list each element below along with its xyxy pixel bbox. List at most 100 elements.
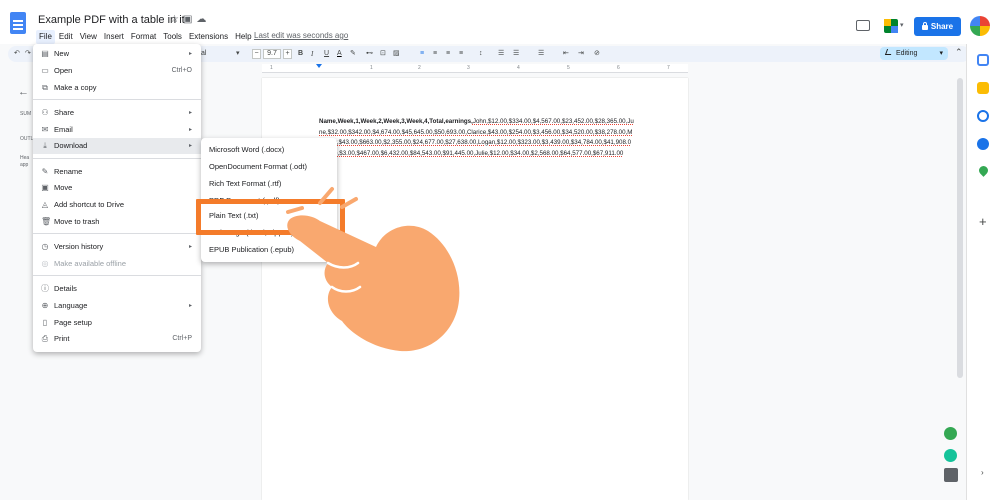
docs-logo-icon[interactable] <box>10 12 26 34</box>
history-icon: ◷ <box>41 242 49 251</box>
submenu-arrow-icon: ▸ <box>188 51 192 57</box>
file-menu-version-history[interactable]: ◷ Version history ▸ <box>33 239 201 255</box>
cloud-status-icon[interactable]: ☁ <box>196 14 210 25</box>
last-edit-link[interactable]: Last edit was seconds ago <box>254 31 348 40</box>
file-menu-new[interactable]: ▤ New ▸ <box>33 46 201 62</box>
text-color-button[interactable]: A <box>337 49 342 59</box>
back-arrow-icon[interactable]: ← <box>18 86 29 98</box>
file-menu-move[interactable]: ▣ Move <box>33 180 201 196</box>
download-rtf[interactable]: Rich Text Format (.rtf) <box>209 177 281 191</box>
align-center-icon[interactable]: ≡ <box>433 49 437 59</box>
insert-image-icon[interactable]: ▨ <box>393 49 400 59</box>
file-menu-rename[interactable]: ✎ Rename <box>33 164 201 180</box>
ruler[interactable]: 1 1 2 3 4 5 6 7 <box>262 64 688 73</box>
bold-button[interactable]: B <box>298 49 303 59</box>
file-menu-trash[interactable]: 🗑 Move to trash <box>33 214 201 230</box>
menu-insert[interactable]: Insert <box>101 30 127 44</box>
file-menu-open[interactable]: ▭ Open Ctrl+O <box>33 63 201 79</box>
align-left-icon[interactable]: ≡ <box>420 49 424 59</box>
increase-indent-icon[interactable]: ⇥ <box>578 49 584 59</box>
shortcut-label: Ctrl+P <box>172 335 192 342</box>
info-icon: ⓘ <box>41 284 49 293</box>
menu-format[interactable]: Format <box>128 30 159 44</box>
add-on-plus-icon[interactable]: + <box>979 214 987 229</box>
menu-bar: File Edit View Insert Format Tools Exten… <box>36 30 256 44</box>
collapse-toolbar-icon[interactable]: ⌃ <box>955 47 963 58</box>
move-folder-icon: ▣ <box>41 183 49 192</box>
document-title[interactable]: Example PDF with a table in it <box>38 14 185 26</box>
grammar-extension-icon[interactable] <box>944 427 957 440</box>
italic-button[interactable]: I <box>311 49 313 59</box>
rename-icon: ✎ <box>41 167 49 176</box>
menu-view[interactable]: View <box>77 30 100 44</box>
page-setup-icon: ▯ <box>42 318 48 327</box>
indent-marker[interactable] <box>316 64 322 68</box>
add-comment-icon[interactable]: ⊡ <box>380 49 386 59</box>
maps-icon[interactable] <box>977 164 990 177</box>
account-avatar[interactable] <box>970 16 990 36</box>
download-docx[interactable]: Microsoft Word (.docx) <box>209 143 284 157</box>
offline-icon: ◎ <box>41 259 49 268</box>
explore-icon[interactable] <box>944 468 958 482</box>
decrease-font-size-button[interactable]: − <box>252 49 261 59</box>
share-button[interactable]: Share <box>914 17 961 36</box>
print-icon: ⎙ <box>41 334 49 343</box>
move-to-folder-icon[interactable]: ▣ <box>183 14 196 25</box>
scrollbar-thumb[interactable] <box>957 78 963 378</box>
font-size-input[interactable]: 9.7 <box>263 49 281 59</box>
menu-divider <box>33 158 201 159</box>
file-menu-email[interactable]: ✉ Email ▸ <box>33 122 201 138</box>
bulleted-list-icon[interactable]: ☰ <box>513 49 519 59</box>
menu-edit[interactable]: Edit <box>56 30 76 44</box>
chevron-down-icon[interactable]: ▾ <box>236 49 240 59</box>
folder-open-icon: ▭ <box>41 66 49 75</box>
font-family-select[interactable]: al <box>201 49 206 59</box>
increase-font-size-button[interactable]: + <box>283 49 292 59</box>
underline-button[interactable]: U <box>324 49 329 59</box>
line-spacing-icon[interactable]: ↕ <box>479 49 483 59</box>
contacts-icon[interactable] <box>977 138 989 150</box>
menu-file[interactable]: File <box>36 30 55 44</box>
globe-icon: ⊕ <box>41 301 49 310</box>
highlight-pen-icon[interactable]: ✎ <box>350 49 356 59</box>
vertical-scrollbar[interactable] <box>956 78 965 378</box>
ruler-number: 5 <box>567 65 570 71</box>
file-menu-download[interactable]: ⤓ Download ▸ <box>33 138 201 154</box>
editing-mode-select[interactable]: Editing ▾ <box>880 47 948 60</box>
file-menu-share[interactable]: ⚇ Share ▸ <box>33 105 201 121</box>
ruler-number: 6 <box>617 65 620 71</box>
menu-tools[interactable]: Tools <box>160 30 185 44</box>
chevron-right-icon[interactable]: › <box>981 468 984 477</box>
copy-icon: ⧉ <box>42 83 48 92</box>
menu-help[interactable]: Help <box>232 30 254 44</box>
file-menu-language[interactable]: ⊕ Language ▸ <box>33 298 201 314</box>
ruler-number: 1 <box>270 65 273 71</box>
file-menu-add-shortcut[interactable]: ◬ Add shortcut to Drive <box>33 197 201 213</box>
keep-icon[interactable] <box>977 82 989 94</box>
undo-icon[interactable]: ↶ <box>14 49 20 59</box>
align-right-icon[interactable]: ≡ <box>446 49 450 59</box>
numbered-list-icon[interactable]: ☰ <box>538 49 544 59</box>
decrease-indent-icon[interactable]: ⇤ <box>563 49 569 59</box>
title-icons: ☆▣☁ <box>170 14 210 25</box>
tasks-icon[interactable] <box>977 110 989 122</box>
comment-history-icon[interactable] <box>856 20 870 31</box>
file-menu-page-setup[interactable]: ▯ Page setup <box>33 315 201 331</box>
star-icon[interactable]: ☆ <box>170 14 183 25</box>
redo-icon[interactable]: ↷ <box>25 49 31 59</box>
file-menu-details[interactable]: ⓘ Details <box>33 281 201 297</box>
menu-extensions[interactable]: Extensions <box>186 30 231 44</box>
download-odt[interactable]: OpenDocument Format (.odt) <box>209 160 307 174</box>
file-menu-make-copy[interactable]: ⧉ Make a copy <box>33 80 201 96</box>
meet-icon[interactable]: ▾ <box>884 19 906 33</box>
clear-formatting-icon[interactable]: ⊘ <box>594 49 600 59</box>
justify-icon[interactable]: ≡ <box>459 49 463 59</box>
grammarly-icon[interactable] <box>944 449 957 462</box>
file-menu-print[interactable]: ⎙ Print Ctrl+P <box>33 331 201 347</box>
new-document-icon: ▤ <box>41 49 49 58</box>
calendar-icon[interactable] <box>977 54 989 66</box>
document-body[interactable]: Name,Week,1,Week,2,Week,3,Week,4,Total,e… <box>319 117 635 159</box>
link-icon[interactable]: ⊷ <box>366 49 373 59</box>
title-bar: Example PDF with a table in it ☆▣☁ File … <box>0 0 1000 44</box>
checklist-icon[interactable]: ☰ <box>498 49 504 59</box>
